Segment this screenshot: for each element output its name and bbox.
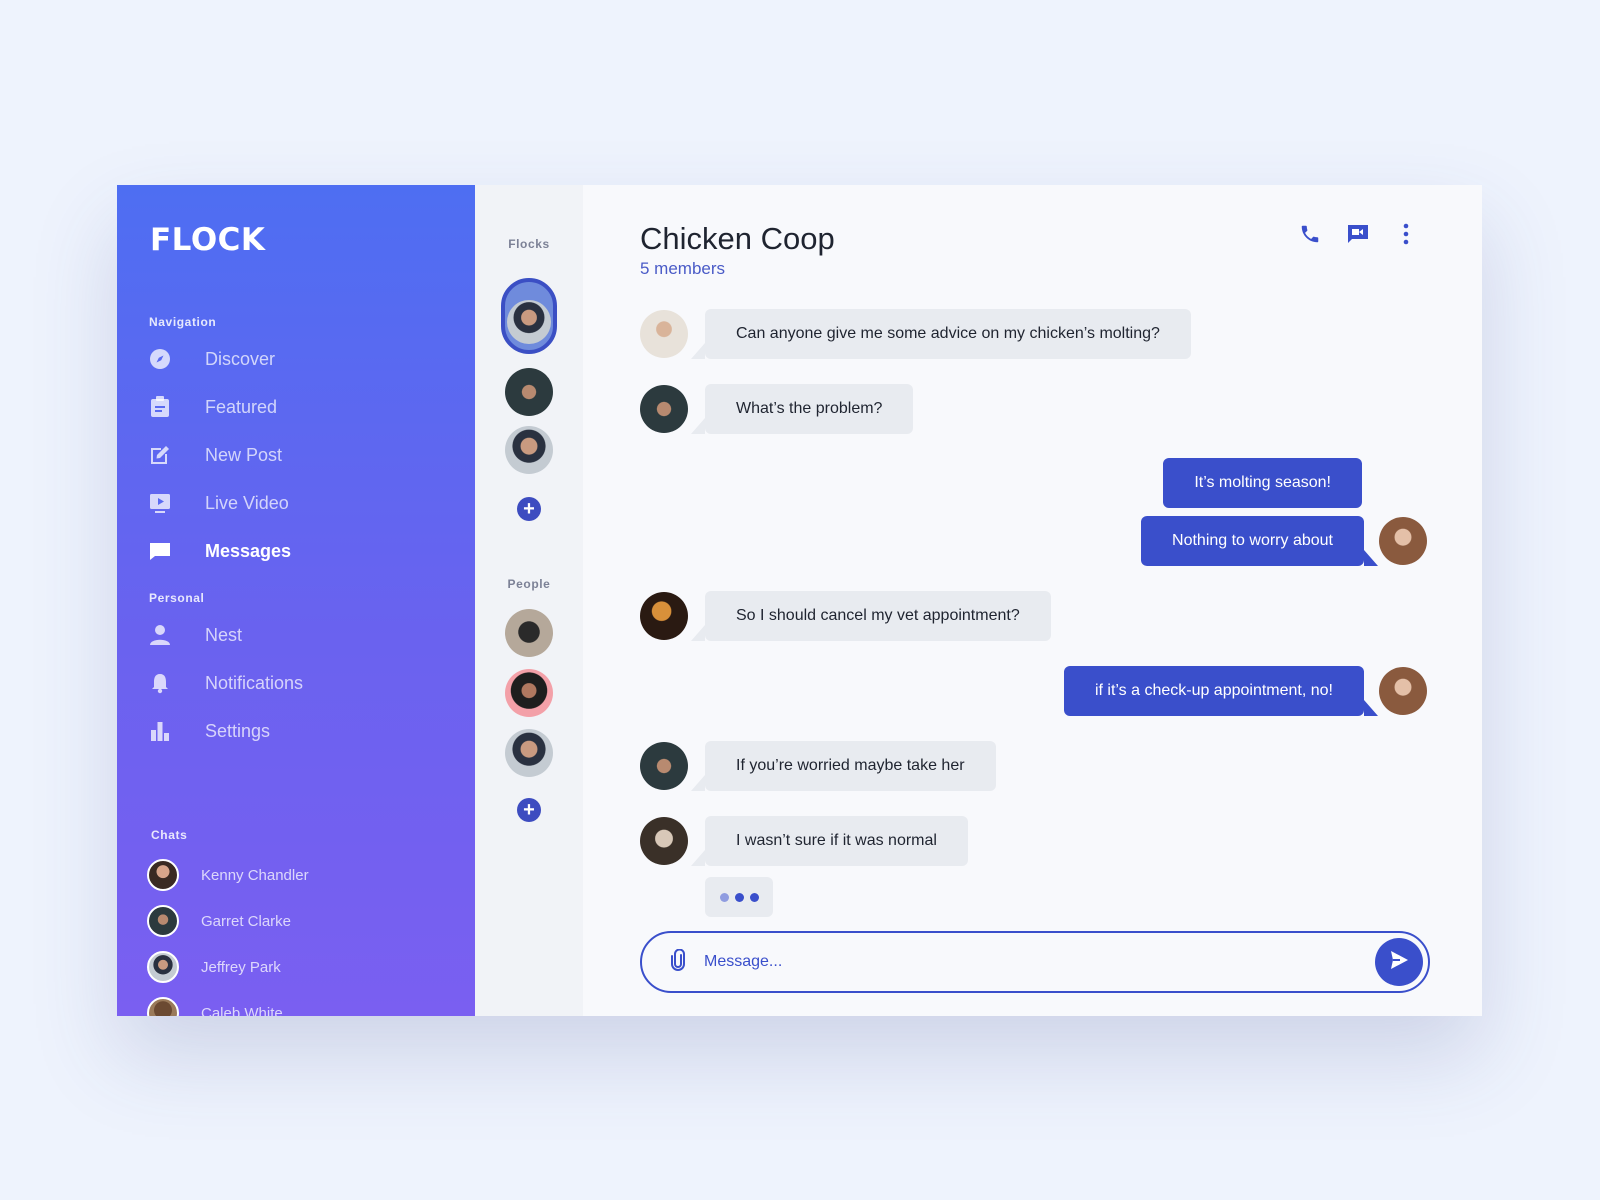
avatar <box>147 859 179 891</box>
flock-avatar[interactable] <box>505 368 553 416</box>
message-outgoing: It’s molting season! <box>1163 458 1362 508</box>
avatar <box>147 997 179 1016</box>
add-person-button[interactable]: + <box>517 798 541 822</box>
groups-column: Flocks + People + <box>475 185 583 1016</box>
send-button[interactable] <box>1375 938 1423 986</box>
message-incoming: Can anyone give me some advice on my chi… <box>640 309 1191 359</box>
typing-indicator <box>705 877 773 917</box>
message-icon <box>149 540 171 562</box>
nav-item-settings[interactable]: Settings <box>149 713 449 749</box>
nav-item-live-video[interactable]: Live Video <box>149 485 449 521</box>
message-outgoing: if it’s a check-up appointment, no! <box>1063 666 1427 716</box>
avatar <box>1379 517 1427 565</box>
paperclip-icon <box>670 948 686 976</box>
navigation-section-label: Navigation <box>149 315 217 329</box>
typing-dot <box>734 892 744 902</box>
avatar <box>640 742 688 790</box>
nav-item-nest[interactable]: Nest <box>149 617 449 653</box>
nav-item-label: Nest <box>205 624 243 645</box>
nav-item-label: Featured <box>205 396 278 417</box>
member-count: 5 members <box>640 259 726 278</box>
chats-section-label: Chats <box>151 828 188 842</box>
phone-call-button[interactable] <box>1297 223 1323 249</box>
chat-item-name: Garret Clarke <box>201 912 292 930</box>
more-options-button[interactable] <box>1393 223 1419 249</box>
video-play-icon <box>149 492 171 514</box>
chat-item-name: Jeffrey Park <box>201 958 281 976</box>
compass-icon <box>149 348 171 370</box>
message-incoming: If you’re worried maybe take her <box>640 741 996 791</box>
person-avatar[interactable] <box>505 669 553 717</box>
nav-item-label: New Post <box>205 444 283 465</box>
chat-item-jeffrey-park[interactable]: Jeffrey Park <box>147 949 281 985</box>
bar-chart-icon <box>149 720 171 742</box>
add-flock-button[interactable]: + <box>517 497 541 521</box>
video-call-button[interactable] <box>1345 223 1371 249</box>
nav-item-new-post[interactable]: New Post <box>149 437 449 473</box>
chat-panel: Chicken Coop 5 members Can anyone give m… <box>583 185 1482 1016</box>
avatar <box>640 592 688 640</box>
sidebar: FLOCK Navigation Discover Featured New P… <box>117 185 475 1016</box>
flocks-label: Flocks <box>508 237 550 251</box>
nav-item-featured[interactable]: Featured <box>149 389 449 425</box>
person-avatar[interactable] <box>505 609 553 657</box>
message-composer <box>640 931 1430 993</box>
avatar <box>147 951 179 983</box>
nav-item-label: Live Video <box>205 492 289 513</box>
message-bubble: It’s molting season! <box>1163 458 1362 508</box>
message-bubble: if it’s a check-up appointment, no! <box>1063 666 1379 716</box>
message-bubble: Can anyone give me some advice on my chi… <box>691 309 1191 359</box>
personal-section-label: Personal <box>149 591 205 605</box>
message-incoming: So I should cancel my vet appointment? <box>640 591 1051 641</box>
message-outgoing: Nothing to worry about <box>1141 516 1427 566</box>
message-bubble: What’s the problem? <box>690 384 914 434</box>
nav-item-messages[interactable]: Messages <box>149 533 449 569</box>
chat-item-kenny-chandler[interactable]: Kenny Chandler <box>147 857 309 893</box>
avatar <box>507 300 551 344</box>
avatar <box>640 385 688 433</box>
message-bubble: I wasn’t sure if it was normal <box>691 816 968 866</box>
message-incoming: I wasn’t sure if it was normal <box>640 816 968 866</box>
person-icon <box>149 624 171 646</box>
message-bubble: Nothing to worry about <box>1141 516 1378 566</box>
attach-button[interactable] <box>666 948 690 976</box>
conversation-title: Chicken Coop <box>640 221 835 256</box>
clipboard-icon <box>149 396 171 418</box>
avatar <box>1379 667 1427 715</box>
nav-item-label: Messages <box>205 540 292 561</box>
nav-item-notifications[interactable]: Notifications <box>149 665 449 701</box>
people-label: People <box>507 577 551 591</box>
nav-item-label: Settings <box>205 720 271 741</box>
typing-dot <box>719 892 729 902</box>
phone-icon <box>1299 223 1321 250</box>
video-chat-icon <box>1346 222 1370 251</box>
bell-icon <box>149 672 171 694</box>
chat-item-caleb-white[interactable]: Caleb White <box>147 995 283 1016</box>
edit-icon <box>149 444 171 466</box>
message-bubble: If you’re worried maybe take her <box>691 741 996 791</box>
flock-avatar-selected[interactable] <box>501 278 557 354</box>
send-icon <box>1388 949 1410 976</box>
typing-dot <box>749 892 759 902</box>
chat-item-garret-clarke[interactable]: Garret Clarke <box>147 903 291 939</box>
chat-item-name: Kenny Chandler <box>201 866 309 884</box>
nav-item-discover[interactable]: Discover <box>149 341 449 377</box>
message-bubble: So I should cancel my vet appointment? <box>691 591 1051 641</box>
avatar <box>147 905 179 937</box>
nav-item-label: Notifications <box>205 672 304 693</box>
message-incoming: What’s the problem? <box>640 384 914 434</box>
more-vertical-icon <box>1403 223 1409 250</box>
flock-avatar[interactable] <box>505 426 553 474</box>
app-window: FLOCK Navigation Discover Featured New P… <box>117 185 1482 1016</box>
app-logo: FLOCK <box>150 222 266 258</box>
chat-item-name: Caleb White <box>201 1004 283 1017</box>
message-input[interactable] <box>704 953 1375 971</box>
person-avatar[interactable] <box>505 729 553 777</box>
avatar <box>640 817 688 865</box>
nav-item-label: Discover <box>205 348 276 369</box>
avatar <box>640 310 688 358</box>
